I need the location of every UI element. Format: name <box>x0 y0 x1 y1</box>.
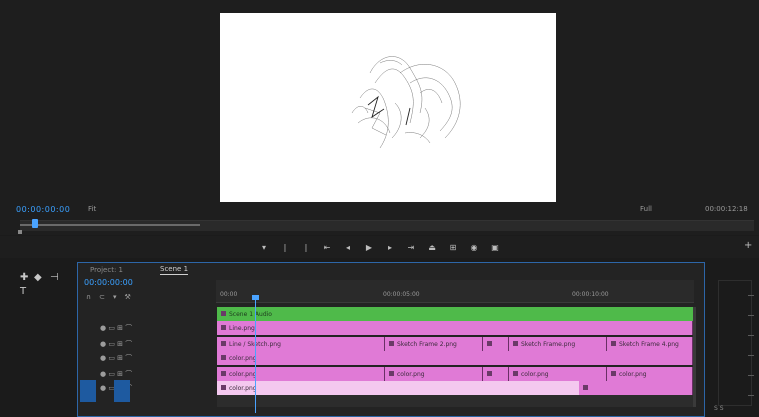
clip[interactable]: color.png <box>217 351 693 365</box>
timeline-tool-row: ∩⊂▾⚒ <box>86 293 139 301</box>
ruler-label: 00:00:05:00 <box>383 291 420 298</box>
zoom-fit-select[interactable]: Fit <box>88 205 96 213</box>
meter-tick <box>748 395 754 396</box>
monitor-playhead[interactable] <box>32 219 38 228</box>
play-icon[interactable]: ▶ <box>364 242 374 252</box>
track-select-icon[interactable]: ◆ <box>34 272 42 283</box>
clip[interactable]: Line / Sketch.png <box>217 337 385 351</box>
meter-tick <box>748 315 754 316</box>
step-back-icon[interactable]: ◂ <box>343 242 353 252</box>
meter-tick <box>748 295 754 296</box>
lift-icon[interactable]: ⏏ <box>427 242 437 252</box>
ruler-label: 00:00 <box>220 291 238 298</box>
linked-icon[interactable]: ⊂ <box>99 293 113 301</box>
clip[interactable]: color.png <box>607 367 693 381</box>
playhead-timecode[interactable]: 00:00:00:00 <box>16 205 70 214</box>
track-target-toggle[interactable] <box>80 380 96 402</box>
audio-meter <box>718 280 752 406</box>
timeline-playhead[interactable] <box>255 295 256 413</box>
marker-icon[interactable] <box>18 230 22 234</box>
clip[interactable]: Sketch Frame 2.png <box>385 337 483 351</box>
track-header-v3[interactable]: ● ▭ ⊞ ⌒ <box>84 321 214 335</box>
clip[interactable]: Line.png <box>217 321 693 335</box>
clip[interactable]: color.png <box>217 381 579 395</box>
track-header-a2[interactable]: ● ▭ ⊞ ⌒ <box>84 381 214 395</box>
meter-tick <box>748 355 754 356</box>
mark-in-icon[interactable]: | <box>280 242 290 252</box>
playback-resolution-select[interactable]: Full <box>640 205 652 213</box>
camera-icon[interactable]: ▣ <box>490 242 500 252</box>
track-header-a1[interactable]: ● ▭ ⊞ ⌒ <box>84 367 214 381</box>
tab-project[interactable]: Project: 1 <box>90 266 123 274</box>
transport-controls: ▾ | | ⇤ ◂ ▶ ▸ ⇥ ⏏ ⊞ ◉ ▣ <box>0 236 759 258</box>
go-to-in-icon[interactable]: ⇤ <box>322 242 332 252</box>
scrub-range <box>20 224 200 226</box>
add-button-icon[interactable]: + <box>744 240 752 251</box>
video-frame[interactable] <box>220 13 556 202</box>
ripple-edit-icon[interactable]: ⊣ <box>50 272 59 283</box>
timeline-timecode[interactable]: 00:00:00:00 <box>84 278 133 287</box>
track-header-v1[interactable]: ● ▭ ⊞ ⌒ <box>84 351 214 365</box>
go-to-out-icon[interactable]: ⇥ <box>406 242 416 252</box>
clip[interactable]: color.png <box>509 367 607 381</box>
clip[interactable] <box>483 337 509 351</box>
wrench-icon[interactable]: ⚒ <box>125 293 139 301</box>
track-header-v2[interactable]: ● ▭ ⊞ ⌒ <box>84 337 214 351</box>
meter-tick <box>748 375 754 376</box>
extract-icon[interactable]: ⊞ <box>448 242 458 252</box>
selection-tool-icon[interactable]: ✚ <box>20 272 28 283</box>
clip[interactable] <box>579 381 693 395</box>
clip[interactable] <box>483 367 509 381</box>
mark-out-icon[interactable]: | <box>301 242 311 252</box>
clip[interactable]: color.png <box>217 367 385 381</box>
duration-timecode: 00:00:12:18 <box>705 205 748 213</box>
add-marker-icon[interactable]: ▾ <box>259 242 269 252</box>
marker-add-icon[interactable]: ▾ <box>113 293 125 301</box>
clip[interactable]: Sketch Frame 4.png <box>607 337 693 351</box>
tools-panel: ✚ ◆ ⊣ T <box>0 262 75 417</box>
clip[interactable]: Sketch Frame.png <box>509 337 607 351</box>
time-ruler[interactable] <box>216 280 694 303</box>
export-frame-icon[interactable]: ◉ <box>469 242 479 252</box>
meter-solo-label: S S <box>714 405 724 412</box>
step-forward-icon[interactable]: ▸ <box>385 242 395 252</box>
track-header-v4[interactable] <box>84 307 214 321</box>
meter-tick <box>748 335 754 336</box>
ruler-label: 00:00:10:00 <box>572 291 609 298</box>
track-source-toggle[interactable] <box>114 380 130 402</box>
tab-sequence[interactable]: Scene 1 <box>160 265 189 275</box>
clip[interactable]: color.png <box>385 367 483 381</box>
timeline-scrollbar[interactable] <box>693 307 696 407</box>
type-tool-icon[interactable]: T <box>20 286 26 297</box>
sketch-image <box>351 56 461 149</box>
clip[interactable]: Scene 1 Audio <box>217 307 693 321</box>
snap-icon[interactable]: ∩ <box>86 293 99 301</box>
empty-track <box>217 395 693 407</box>
